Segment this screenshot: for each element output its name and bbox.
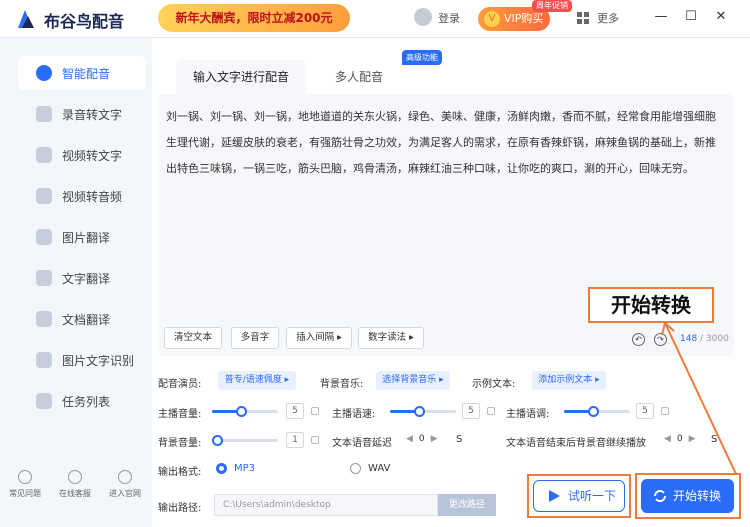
pitch-reset-icon[interactable]	[661, 407, 669, 415]
speed-value[interactable]: 5	[462, 403, 480, 419]
mp3-radio[interactable]	[216, 463, 227, 474]
user-avatar-icon[interactable]	[414, 8, 432, 26]
more-grid-icon[interactable]	[576, 11, 590, 25]
app-logo-icon	[18, 10, 34, 28]
volume-reset-icon[interactable]	[311, 407, 319, 415]
bgm-label: 背景音乐:	[320, 379, 364, 390]
example-select[interactable]: 添加示例文本 ▸	[532, 371, 606, 390]
vip-promo-badge: 周年促销	[532, 0, 572, 12]
tab-multi-voice[interactable]: 多人配音	[294, 60, 424, 94]
volume-slider[interactable]	[212, 406, 278, 417]
number-reading-button[interactable]: 数字读法 ▸	[358, 327, 424, 349]
more-menu[interactable]: 更多	[597, 10, 619, 26]
polyphone-button[interactable]: 多音字	[231, 327, 279, 349]
clear-text-button[interactable]: 清空文本	[164, 327, 222, 349]
bgm-select[interactable]: 选择背景音乐 ▸	[376, 371, 450, 390]
sidebar-item-text-translate[interactable]: 文字翻译	[18, 261, 146, 295]
delay-label: 文本语音延迟	[332, 438, 392, 449]
text-translate-icon	[36, 270, 52, 286]
question-icon	[18, 470, 32, 484]
play-icon	[549, 490, 560, 502]
redo-icon[interactable]: ↷	[654, 333, 667, 346]
bg-volume-reset-icon[interactable]	[311, 436, 319, 444]
doc-translate-icon	[36, 311, 52, 327]
char-count: 148	[680, 334, 698, 344]
format-label: 输出格式:	[158, 467, 202, 478]
bg-volume-value[interactable]: 1	[286, 432, 304, 448]
sidebar-item-video-audio[interactable]: 视频转音频	[18, 179, 146, 213]
anchor-select[interactable]: 普专/语速佩度 ▸	[218, 371, 296, 390]
wav-label[interactable]: WAV	[368, 463, 390, 474]
sidebar-item-doc-translate[interactable]: 文档翻译	[18, 302, 146, 336]
delay-unit: S	[456, 434, 463, 445]
volume-label: 主播音量:	[158, 409, 202, 420]
sidebar-item-image-translate[interactable]: 图片翻译	[18, 220, 146, 254]
delay-after-stepper[interactable]: ◀ 0 ▶	[664, 434, 696, 444]
title-bar: 布谷鸟配音 新年大酬宾，限时立减200元 登录 VIP购买 V 周年促销 更多 …	[0, 0, 750, 38]
path-label: 输出路径:	[158, 503, 202, 514]
smart-voice-icon	[36, 65, 52, 81]
mp3-label[interactable]: MP3	[234, 463, 255, 474]
image-translate-icon	[36, 229, 52, 245]
app-title: 布谷鸟配音	[44, 12, 125, 31]
convert-icon	[654, 490, 666, 502]
output-path-input[interactable]: C:\Users\admin\desktop	[214, 494, 438, 516]
pitch-value[interactable]: 5	[636, 403, 654, 419]
video-text-icon	[36, 147, 52, 163]
pitch-slider[interactable]	[564, 406, 630, 417]
recording-icon	[36, 106, 52, 122]
sidebar-item-smart-voice[interactable]: 智能配音	[18, 56, 146, 90]
volume-value[interactable]: 5	[286, 403, 304, 419]
sidebar-item-recording[interactable]: 录音转文字	[18, 97, 146, 131]
tab-text-input[interactable]: 输入文字进行配音	[176, 60, 306, 94]
ocr-icon	[36, 352, 52, 368]
vip-crown-icon: V	[484, 11, 500, 27]
delay-after-value: 0	[676, 434, 683, 444]
task-list-icon	[36, 393, 52, 409]
support-link[interactable]: 在线客服	[50, 470, 100, 499]
trial-listen-button[interactable]: 试听一下	[533, 480, 625, 512]
website-link[interactable]: 进入官网	[100, 470, 150, 499]
sidebar-item-video-text[interactable]: 视频转文字	[18, 138, 146, 172]
char-counter: 148 / 3000	[680, 334, 729, 344]
login-link[interactable]: 登录	[438, 10, 460, 26]
speed-reset-icon[interactable]	[487, 407, 495, 415]
sidebar-item-task-list[interactable]: 任务列表	[18, 384, 146, 418]
bg-volume-slider[interactable]	[212, 435, 278, 446]
delay-after-unit: S	[711, 434, 718, 445]
globe-icon	[118, 470, 132, 484]
delay-stepper[interactable]: ◀ 0 ▶	[406, 434, 438, 444]
anchor-label: 配音演员:	[158, 379, 202, 390]
sidebar-item-ocr[interactable]: 图片文字识别	[18, 343, 146, 377]
maximize-icon[interactable]: ☐	[682, 8, 700, 26]
change-path-button[interactable]: 更改路径	[438, 494, 496, 516]
wav-radio[interactable]	[350, 463, 361, 474]
speed-slider[interactable]	[390, 406, 456, 417]
headset-icon	[68, 470, 82, 484]
close-icon[interactable]: ✕	[712, 8, 730, 26]
pitch-label: 主播语调:	[506, 409, 550, 420]
example-label: 示例文本:	[472, 379, 516, 390]
editor-text[interactable]: 刘一锅、刘一锅、刘一锅，地地道道的关东火锅，绿色、美味、健康，汤鲜肉嫩，香而不腻…	[166, 104, 726, 182]
annotation-callout: 开始转换	[588, 287, 714, 323]
start-convert-button[interactable]: 开始转换	[641, 479, 734, 513]
bg-volume-label: 背景音量:	[158, 438, 202, 449]
delay-value: 0	[418, 434, 425, 444]
speed-label: 主播语速:	[332, 409, 376, 420]
advanced-badge: 高级功能	[402, 50, 442, 65]
insert-pause-button[interactable]: 插入间隔 ▸	[286, 327, 352, 349]
char-max: / 3000	[697, 334, 729, 344]
faq-link[interactable]: 常见问题	[0, 470, 50, 499]
promo-banner[interactable]: 新年大酬宾，限时立减200元	[158, 4, 350, 32]
delay-after-label: 文本语音结束后背景音继续播放	[506, 438, 646, 449]
video-audio-icon	[36, 188, 52, 204]
undo-icon[interactable]: ↶	[632, 333, 645, 346]
minimize-icon[interactable]: —	[652, 8, 670, 26]
